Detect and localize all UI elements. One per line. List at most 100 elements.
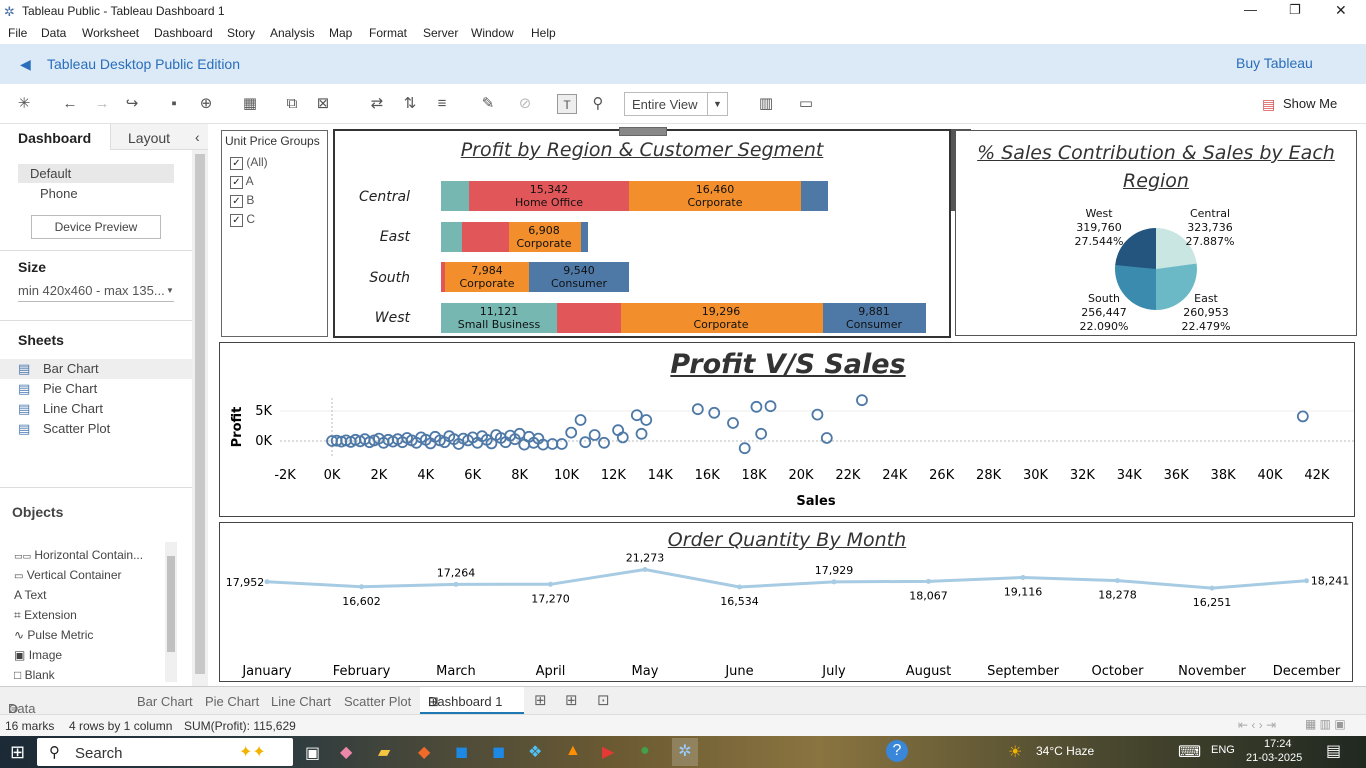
scatter-point[interactable] [616,431,629,444]
app-icon[interactable]: ◆ [340,742,352,762]
line-point[interactable] [1304,578,1309,584]
menu-help[interactable]: Help [531,26,556,40]
scatter-point[interactable] [738,442,751,455]
scatter-point[interactable] [750,400,763,413]
tab-line-chart[interactable]: Line Chart [271,694,331,709]
object-image[interactable]: ▣ Image [14,648,62,662]
line-series[interactable] [266,567,1307,590]
scatter-plot-sheet[interactable]: Profit V/S Sales Profit Sales 5K 0K -2K 0… [219,342,1355,517]
pie-chart-sheet[interactable]: % Sales Contribution & Sales by Each Reg… [955,130,1357,336]
tab-pie-chart[interactable]: Pie Chart [205,694,259,709]
scatter-point[interactable] [691,403,704,416]
object-blank[interactable]: □ Blank [14,668,55,682]
sheet-item-bar-chart[interactable]: ▤ Bar Chart [0,359,192,379]
scatter-point[interactable] [574,414,587,426]
line-point[interactable] [926,578,931,584]
scatter-point[interactable] [598,436,610,449]
pie-slice-east[interactable] [1156,263,1197,311]
tableau-taskbar-icon[interactable]: ✲ [672,738,698,766]
duplicate-icon[interactable]: ⧉ [282,94,302,114]
object-extension[interactable]: ⌗ Extension [14,608,77,623]
bar-central-consumer[interactable] [801,181,828,211]
present-mode-icon[interactable]: ▭ [796,94,816,114]
line-point[interactable] [453,581,459,587]
object-pulse-metric[interactable]: ∿ Pulse Metric [14,628,93,642]
line-point[interactable] [1209,585,1215,591]
scatter-point[interactable] [820,432,833,444]
back-icon[interactable]: ← [60,94,80,114]
object-text[interactable]: A Text [14,588,46,602]
line-point[interactable] [264,579,270,585]
show-me-button[interactable]: Show Me [1283,96,1337,111]
device-default[interactable]: Default [18,164,174,183]
filter-option-all[interactable]: ✓ (All) [230,155,268,170]
scatter-point[interactable] [630,409,643,422]
bar-west-home-office[interactable] [557,303,621,333]
vlc-icon[interactable]: ▲ [565,742,581,760]
minimize-button[interactable]: — [1244,2,1257,17]
scrollbar-thumb[interactable] [167,556,175,652]
scatter-point[interactable] [708,406,721,419]
line-point[interactable] [1115,578,1120,584]
line-point[interactable] [359,584,364,590]
scatter-point[interactable] [612,424,624,437]
bar-east-consumer[interactable] [581,222,588,252]
sort-asc-icon[interactable]: ⇅ [400,94,420,114]
scatter-point[interactable] [579,436,592,449]
taskbar-search[interactable]: ⚲ Search ✦✦ [37,738,293,766]
forward-icon[interactable]: → [92,94,112,114]
windows-start-icon[interactable]: ⊞ [10,742,25,763]
menu-story[interactable]: Story [227,26,255,40]
tableau-home-icon[interactable]: ✳ [14,94,34,114]
new-worksheet-tab-icon[interactable]: ⊞ [534,691,547,709]
sheet-item-pie-chart[interactable]: ▤ Pie Chart [0,379,192,399]
filter-option-c[interactable]: ✓ C [230,212,255,227]
object-horizontal-container[interactable]: ▭▭ Horizontal Contain... [14,548,143,562]
tab-scatter-plot[interactable]: Scatter Plot [344,694,411,709]
tab-bar-chart[interactable]: Bar Chart [137,694,193,709]
pie-slice-south[interactable] [1115,265,1156,310]
menu-dashboard[interactable]: Dashboard [154,26,213,40]
menu-format[interactable]: Format [369,26,407,40]
menu-worksheet[interactable]: Worksheet [82,26,139,40]
language[interactable]: ENG [1211,744,1235,756]
highlight-icon[interactable]: ✎ [478,94,498,114]
filter-option-b[interactable]: ✓ B [230,193,254,208]
outlook-icon[interactable]: ◼ [455,742,468,762]
size-select[interactable]: min 420x460 - max 135... ▼ [18,283,174,302]
show-labels-icon[interactable]: T [557,94,577,114]
file-explorer-icon[interactable]: ▰ [378,742,390,762]
new-worksheet-icon[interactable]: ▦ [240,94,260,114]
sort-desc-icon[interactable]: ≡ [432,94,452,114]
keyboard-icon[interactable]: ⌨ [1178,742,1201,762]
menu-analysis[interactable]: Analysis [270,26,315,40]
menu-file[interactable]: File [8,26,27,40]
scatter-point[interactable] [640,414,653,426]
youtube-icon[interactable]: ▶ [602,742,614,762]
bar-south-home-office[interactable] [441,262,445,292]
redo-icon[interactable]: ↪ [122,94,142,114]
new-dashboard-tab-icon[interactable]: ⊞ [565,691,578,709]
menu-server[interactable]: Server [423,26,458,40]
bar-chart-sheet[interactable]: Profit by Region & Customer Segment Cent… [333,127,951,338]
menu-data[interactable]: Data [41,26,66,40]
panel-scrollbar[interactable] [192,150,208,686]
presentation-icon[interactable]: ▥ [756,94,776,114]
objects-scrollbar[interactable] [165,542,177,682]
bar-central-small-business[interactable] [441,181,469,211]
scatter-point[interactable] [755,427,768,440]
tab-dashboard[interactable]: Dashboard [0,124,110,150]
menu-map[interactable]: Map [329,26,352,40]
sheet-item-line-chart[interactable]: ▤ Line Chart [0,399,192,419]
tab-dashboard-1[interactable]: ⊞ Dashboard 1 [420,687,524,715]
line-point[interactable] [548,581,553,587]
scrollbar-thumb[interactable] [195,154,205,674]
pin-icon[interactable]: ⚲ [588,94,608,114]
notification-icon[interactable]: ▤ [1326,741,1341,761]
line-point[interactable] [1020,574,1026,580]
help-icon[interactable]: ? [886,740,908,762]
sheet-item-scatter-plot[interactable]: ▤ Scatter Plot [0,419,192,439]
line-point[interactable] [831,579,837,585]
scatter-point[interactable] [856,394,868,407]
maximize-button[interactable]: ❐ [1289,2,1301,18]
